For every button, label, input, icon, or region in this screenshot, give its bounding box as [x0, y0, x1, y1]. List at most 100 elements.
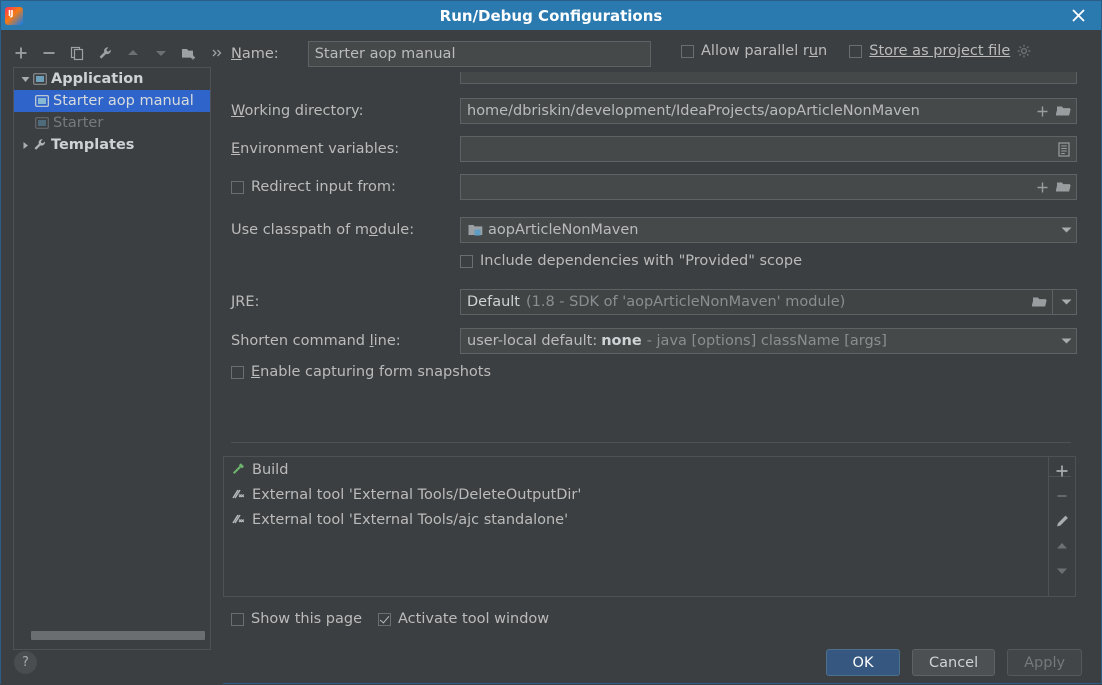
bottom-options: Show this page Activate tool window [231, 611, 549, 627]
combo-separator [1052, 290, 1053, 314]
show-this-page-checkbox[interactable]: Show this page [231, 611, 362, 627]
tree-node-starter-aop-manual[interactable]: Starter aop manual [14, 90, 210, 112]
use-classpath-control: aopArticleNonMaven [460, 217, 1077, 243]
module-icon [467, 222, 483, 238]
shorten-command-line-combo[interactable]: user-local default: none - java [options… [460, 328, 1077, 354]
include-provided-scope-label: Include dependencies with "Provided" sco… [480, 253, 802, 269]
browse-folder-icon[interactable] [1029, 289, 1051, 315]
checkbox-box[interactable] [681, 45, 694, 58]
task-label: External tool 'External Tools/DeleteOutp… [252, 487, 581, 503]
name-label: Name: [231, 46, 279, 62]
redirect-input-checkbox[interactable]: Redirect input from: [231, 179, 460, 195]
remove-configuration-button[interactable] [37, 41, 61, 65]
before-launch-task-list[interactable]: Build External tool 'External Tools/Dele… [223, 456, 1049, 597]
checkbox-box[interactable] [460, 255, 473, 268]
shorten-value-prefix: user-local default: [467, 333, 597, 349]
configurations-tree[interactable]: Application Starter aop manual Starter [13, 67, 211, 650]
move-task-up-button[interactable] [1051, 535, 1073, 557]
dialog-title: Run/Debug Configurations [1, 7, 1101, 25]
list-item[interactable]: External tool 'External Tools/ajc standa… [224, 507, 1048, 532]
shorten-command-line-control: user-local default: none - java [options… [460, 328, 1077, 354]
include-provided-scope-checkbox[interactable]: Include dependencies with "Provided" sco… [460, 253, 1077, 269]
build-hammer-icon [230, 462, 246, 478]
tree-node-label: Templates [51, 137, 134, 153]
chevron-down-icon[interactable] [18, 72, 32, 86]
dialog-buttons: OK Cancel Apply [826, 649, 1082, 676]
enable-form-snapshots-label: Enable capturing form snapshots [251, 364, 491, 380]
application-icon [34, 93, 50, 109]
section-divider [231, 442, 1071, 443]
enable-form-snapshots-checkbox[interactable]: Enable capturing form snapshots [231, 364, 491, 380]
application-icon [34, 115, 50, 131]
chevron-down-icon[interactable] [1055, 328, 1077, 354]
allow-parallel-run-checkbox[interactable]: Allow parallel run [681, 43, 827, 59]
working-directory-label: Working directory: [231, 103, 460, 119]
redirect-input-field[interactable] [460, 174, 1077, 200]
enable-form-snapshots-row: Enable capturing form snapshots [231, 364, 1077, 380]
use-classpath-combo[interactable]: aopArticleNonMaven [460, 217, 1077, 243]
external-tool-icon [230, 487, 246, 503]
tree-horizontal-scrollbar[interactable] [31, 631, 211, 640]
checkbox-box[interactable] [231, 613, 244, 626]
list-item[interactable]: Build [224, 457, 1048, 482]
move-task-down-button[interactable] [1051, 560, 1073, 582]
shorten-command-line-label: Shorten command line: [231, 333, 460, 349]
application-icon [32, 71, 48, 87]
cancel-button[interactable]: Cancel [912, 649, 995, 676]
browse-folder-icon[interactable] [1053, 98, 1075, 124]
tree-node-label: Starter aop manual [53, 93, 194, 109]
allow-parallel-run-label: Allow parallel run [701, 43, 827, 59]
ok-button[interactable]: OK [826, 649, 900, 676]
add-before-launch-task-button[interactable] [1051, 460, 1073, 482]
clipped-field[interactable] [460, 72, 1077, 84]
store-as-project-file-checkbox[interactable]: Store as project file [849, 43, 1031, 59]
name-input[interactable]: Starter aop manual [308, 41, 651, 67]
checkbox-box[interactable] [231, 181, 244, 194]
redirect-input-label-wrap: Redirect input from: [231, 179, 460, 195]
scrollbar-thumb[interactable] [31, 631, 205, 640]
list-item[interactable]: External tool 'External Tools/DeleteOutp… [224, 482, 1048, 507]
jre-hint: (1.8 - SDK of 'aopArticleNonMaven' modul… [526, 294, 845, 310]
environment-variables-input[interactable] [460, 136, 1077, 162]
clipped-row-above [231, 72, 1077, 84]
title-bar: Run/Debug Configurations [1, 1, 1101, 30]
list-edit-icon[interactable] [1053, 136, 1075, 162]
top-options: Allow parallel run Store as project file [681, 43, 1031, 59]
add-configuration-button[interactable] [9, 41, 33, 65]
remove-before-launch-task-button[interactable] [1051, 485, 1073, 507]
jre-combo[interactable]: Default (1.8 - SDK of 'aopArticleNonMave… [460, 289, 1077, 315]
checkbox-box[interactable] [378, 613, 391, 626]
help-button[interactable]: ? [14, 651, 37, 674]
new-folder-button[interactable] [177, 41, 201, 65]
redirect-input-row: Redirect input from: [231, 174, 1077, 200]
run-debug-configurations-dialog: Run/Debug Configurations [0, 0, 1102, 684]
edit-templates-button[interactable] [93, 41, 117, 65]
checkbox-box[interactable] [849, 45, 862, 58]
checkbox-box[interactable] [231, 366, 244, 379]
redirect-input-control [460, 174, 1077, 200]
close-icon[interactable] [1055, 1, 1101, 30]
chevron-down-icon[interactable] [1055, 289, 1077, 315]
browse-folder-icon[interactable] [1053, 174, 1075, 200]
chevron-right-icon[interactable] [18, 138, 32, 152]
tree-node-application[interactable]: Application [14, 68, 210, 90]
tree-node-label: Starter [53, 115, 103, 131]
tree-node-starter[interactable]: Starter [14, 112, 210, 134]
insert-macro-button[interactable] [1031, 98, 1053, 124]
insert-macro-button[interactable] [1031, 174, 1053, 200]
include-provided-scope-row: Include dependencies with "Provided" sco… [231, 253, 1077, 269]
wrench-icon [32, 137, 48, 153]
move-up-button[interactable] [121, 41, 145, 65]
copy-configuration-button[interactable] [65, 41, 89, 65]
activate-tool-window-checkbox[interactable]: Activate tool window [378, 611, 549, 627]
move-down-button[interactable] [149, 41, 173, 65]
gear-icon[interactable] [1017, 44, 1031, 58]
chevron-down-icon[interactable] [1055, 217, 1077, 243]
working-directory-input[interactable]: home/dbriskin/development/IdeaProjects/a… [460, 98, 1077, 124]
environment-variables-label: Environment variables: [231, 141, 460, 157]
redirect-input-label: Redirect input from: [251, 179, 396, 195]
apply-button[interactable]: Apply [1007, 649, 1082, 676]
edit-before-launch-task-button[interactable] [1051, 510, 1073, 532]
shorten-value: none [601, 333, 641, 349]
tree-node-templates[interactable]: Templates [14, 134, 210, 156]
